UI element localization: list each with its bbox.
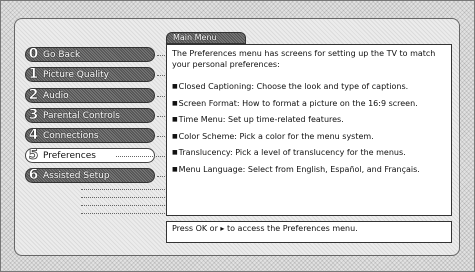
panel-intro-text: The Preferences menu has screens for set… — [172, 49, 436, 69]
menu-item-number: 6 — [28, 168, 39, 183]
menu-item-number: 2 — [28, 88, 39, 103]
menu-item-number: 4 — [28, 128, 39, 143]
right-arrow-icon: ▸ — [220, 224, 225, 233]
connector-line — [116, 156, 165, 157]
menu-item-connections[interactable]: 4 Connections — [25, 128, 155, 143]
bullet-icon: ■ — [172, 99, 178, 107]
list-item: ■Translucency: Pick a level of transluce… — [172, 147, 446, 158]
menu-item-number: 5 — [28, 148, 39, 163]
connector-line — [81, 197, 165, 198]
connector-line — [157, 116, 165, 117]
bullet-icon: ■ — [172, 83, 178, 90]
menu-item-label: Picture Quality — [43, 69, 109, 80]
menu-item-label: Audio — [43, 90, 69, 101]
list-item-text: Closed Captioning: Choose the look and t… — [178, 82, 409, 91]
bullet-icon: ■ — [172, 116, 178, 123]
list-item: ■Color Scheme: Pick a color for the menu… — [172, 131, 446, 142]
menu-item-parental-controls[interactable]: 3 Parental Controls — [25, 108, 155, 123]
hint-suffix: to access the Preferences menu. — [226, 224, 358, 233]
hint-prefix: Press OK or — [172, 224, 218, 233]
menu-item-label: Go Back — [43, 49, 81, 60]
bullet-icon: ■ — [172, 149, 178, 156]
list-item: ■Closed Captioning: Choose the look and … — [172, 81, 446, 92]
menu-item-label: Parental Controls — [43, 110, 120, 121]
menu-item-label: Assisted Setup — [43, 170, 110, 181]
list-item: ■Menu Language: Select from English, Esp… — [172, 164, 446, 175]
connector-line — [157, 75, 165, 76]
bullet-icon: ■ — [172, 165, 178, 173]
menu-item-number: 3 — [28, 108, 39, 123]
list-item-text: Color Scheme: Pick a color for the menu … — [178, 131, 374, 141]
menu-item-assisted-setup[interactable]: 6 Assisted Setup — [25, 168, 155, 183]
bullet-icon: ■ — [172, 132, 178, 140]
menu-item-number: 1 — [28, 67, 39, 82]
connector-line — [81, 213, 165, 214]
panel-tab-title: Main Menu — [166, 32, 246, 44]
connector-line — [157, 136, 165, 137]
list-item-text: Menu Language: Select from English, Espa… — [178, 164, 420, 174]
preferences-description-panel: The Preferences menu has screens for set… — [166, 44, 452, 216]
menu-item-go-back[interactable]: 0 Go Back — [25, 47, 155, 62]
list-item-text: Translucency: Pick a level of translucen… — [178, 148, 406, 157]
connector-line — [81, 189, 165, 190]
menu-item-picture-quality[interactable]: 1 Picture Quality — [25, 67, 155, 82]
menu-item-audio[interactable]: 2 Audio — [25, 88, 155, 103]
list-item-text: Screen Format: How to format a picture o… — [178, 98, 418, 108]
menu-item-label: Connections — [43, 130, 99, 141]
connector-line — [157, 96, 165, 97]
connector-line — [157, 176, 165, 177]
connector-line — [157, 55, 165, 56]
list-item: ■Time Menu: Set up time-related features… — [172, 114, 446, 125]
list-item: ■Screen Format: How to format a picture … — [172, 98, 446, 109]
help-hint-bar: Press OK or ▸ to access the Preferences … — [166, 221, 452, 243]
list-item-text: Time Menu: Set up time-related features. — [178, 115, 344, 124]
connector-line — [81, 205, 165, 206]
tv-screen: 0 Go Back 1 Picture Quality 2 Audio 3 Pa… — [0, 0, 475, 272]
menu-item-number: 0 — [28, 47, 39, 62]
menu-item-label: Preferences — [43, 150, 96, 161]
